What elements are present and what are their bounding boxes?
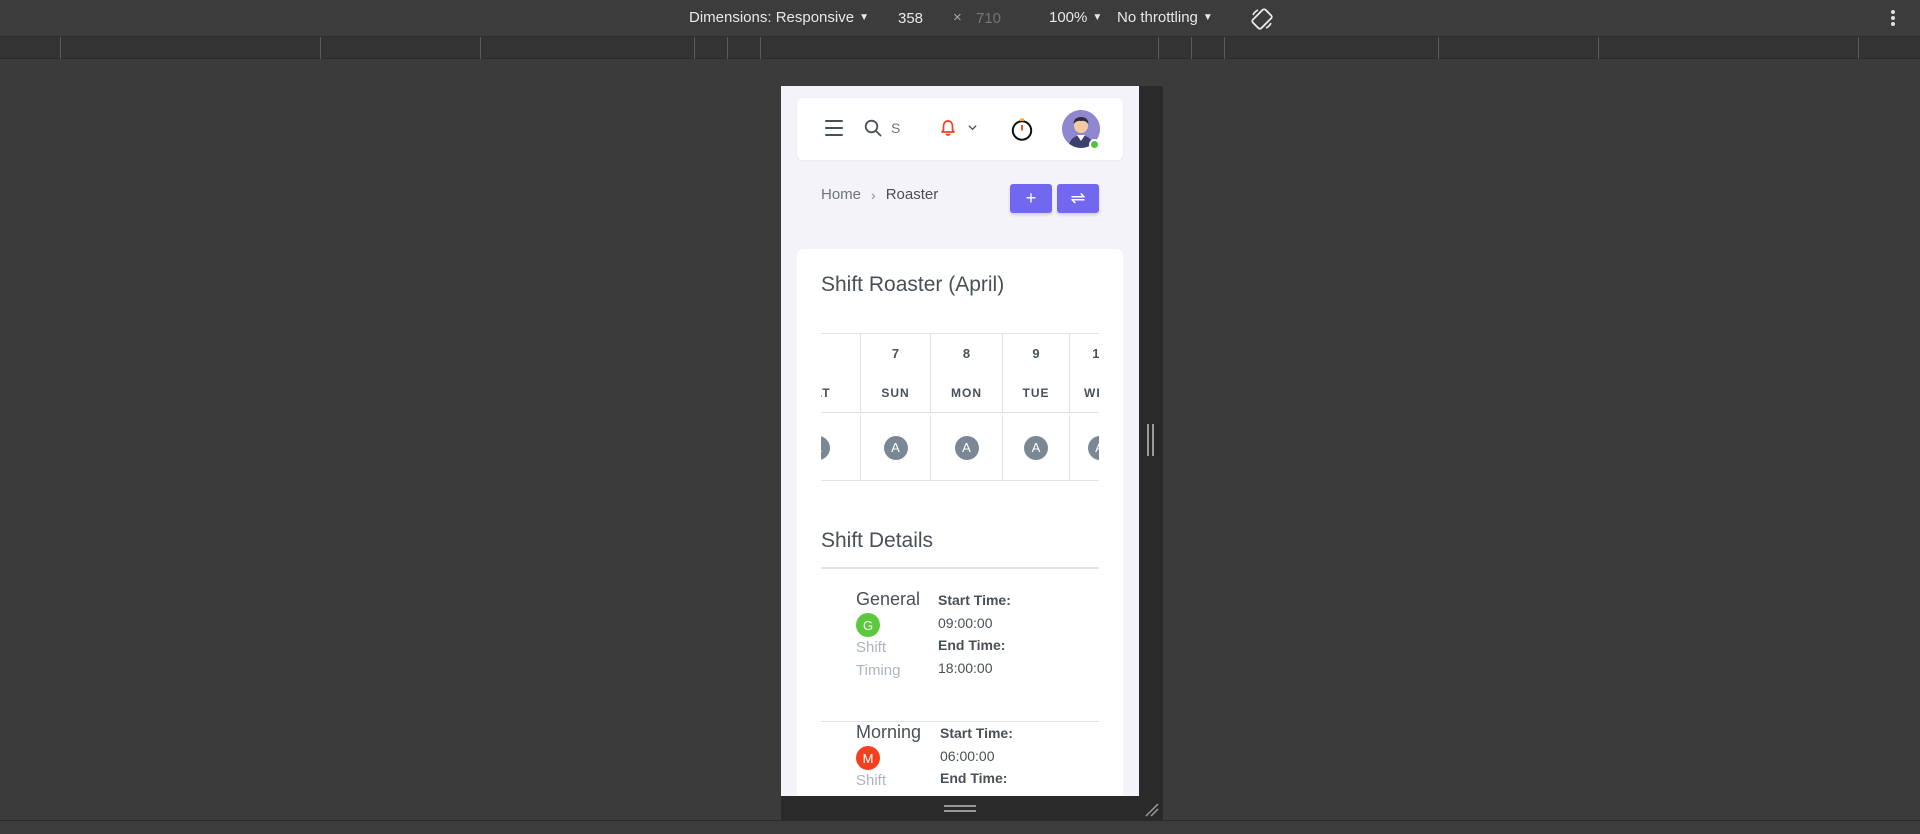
device-viewport: Home › Roaster + ⇌ Shift Roaster (April)… xyxy=(781,86,1139,796)
chevron-down-icon[interactable] xyxy=(968,123,977,132)
date-row: 6 7 8 9 10 xyxy=(821,333,1099,373)
roster-card: Shift Roaster (April) 6 7 8 9 10 SAT SUN… xyxy=(797,249,1123,796)
stopwatch-icon[interactable] xyxy=(1010,117,1034,141)
search-icon[interactable] xyxy=(864,119,882,137)
caret-down-icon: ▼ xyxy=(1202,12,1213,23)
shift-cell[interactable]: A xyxy=(931,415,1003,480)
swap-icon: ⇌ xyxy=(1070,188,1086,208)
weekday-cell: MON xyxy=(931,373,1003,412)
shift-item-morning: Morning M Shift Timing Start Time: 06:00… xyxy=(821,722,1099,796)
more-options-icon[interactable] xyxy=(1889,8,1897,28)
resize-corner-icon[interactable] xyxy=(1143,801,1159,817)
plus-icon: + xyxy=(1025,188,1037,208)
breadcrumb: Home › Roaster xyxy=(821,186,938,203)
shift-letter-badge: G xyxy=(856,613,880,637)
date-cell: 10 xyxy=(1070,334,1099,373)
weekday-cell: SAT xyxy=(821,373,861,412)
shift-letter-badge: M xyxy=(856,746,880,770)
shift-cell[interactable]: A xyxy=(1070,415,1099,480)
width-input[interactable] xyxy=(894,6,948,30)
shift-cell[interactable]: A xyxy=(1003,415,1070,480)
devtools-drawer-tabs xyxy=(0,820,1920,834)
weekday-row: SAT SUN MON TUE WED xyxy=(821,373,1099,413)
resize-handle-right[interactable] xyxy=(1139,86,1163,796)
dimensions-label: Dimensions: Responsive xyxy=(689,9,855,26)
shift-badge: A xyxy=(821,435,830,460)
date-cell: 8 xyxy=(931,334,1003,373)
shift-details-title: Shift Details xyxy=(821,529,934,552)
add-button[interactable]: + xyxy=(1010,184,1052,213)
swap-button[interactable]: ⇌ xyxy=(1057,184,1099,213)
end-time-value: 18:00:00 xyxy=(938,660,993,676)
weekday-cell: WED xyxy=(1070,373,1099,412)
shift-badge-row: A A A A A xyxy=(821,415,1099,481)
start-time-value: 06:00:00 xyxy=(940,748,995,764)
shift-item-general: General G Shift Timing Start Time: 09:00… xyxy=(821,589,1099,722)
breadcrumb-current: Roaster xyxy=(885,186,939,203)
end-time-label: End Time: xyxy=(938,637,1006,653)
throttling-dropdown[interactable]: No throttling ▼ xyxy=(1117,9,1213,26)
shift-cell[interactable]: A xyxy=(861,415,931,480)
shift-badge: A xyxy=(1024,435,1048,460)
rotate-icon[interactable] xyxy=(1250,7,1274,31)
app-topbar xyxy=(797,98,1123,160)
shift-name: Morning xyxy=(856,722,922,742)
weekday-cell: TUE xyxy=(1003,373,1070,412)
shift-name: General xyxy=(856,589,921,609)
breadcrumb-separator: › xyxy=(871,186,876,203)
dimensions-dropdown[interactable]: Dimensions: Responsive ▼ xyxy=(689,9,869,26)
devtools-device-toolbar: Dimensions: Responsive ▼ × 100% ▼ No thr… xyxy=(0,0,1920,37)
date-cell: 6 xyxy=(821,334,861,373)
start-time-label: Start Time: xyxy=(938,592,1011,608)
date-cell: 9 xyxy=(1003,334,1070,373)
shift-badge: A xyxy=(1087,435,1099,460)
start-time-label: Start Time: xyxy=(940,725,1013,741)
search-input[interactable] xyxy=(891,116,901,140)
bell-icon[interactable] xyxy=(939,119,957,137)
caret-down-icon: ▼ xyxy=(859,12,869,23)
roster-title: Shift Roaster (April) xyxy=(821,273,1005,296)
caret-down-icon: ▼ xyxy=(1092,12,1103,23)
media-query-bar xyxy=(0,37,1920,59)
times-separator: × xyxy=(953,9,962,26)
resize-handle-bottom[interactable] xyxy=(781,796,1163,820)
height-input[interactable] xyxy=(972,6,1026,30)
shift-badge: A xyxy=(954,435,979,460)
weekday-cell: SUN xyxy=(861,373,931,412)
roster-calendar[interactable]: 6 7 8 9 10 SAT SUN MON TUE WED A A A A A xyxy=(821,333,1099,483)
section-divider xyxy=(821,567,1099,569)
shift-subtitle: Shift Timing xyxy=(856,772,900,796)
zoom-dropdown[interactable]: 100% ▼ xyxy=(1049,9,1102,26)
shift-badge: A xyxy=(883,435,908,460)
start-time-value: 09:00:00 xyxy=(938,615,993,631)
throttling-label: No throttling xyxy=(1117,9,1198,26)
online-status-dot xyxy=(1089,139,1100,150)
date-cell: 7 xyxy=(861,334,931,373)
menu-icon[interactable] xyxy=(825,120,843,136)
breadcrumb-home[interactable]: Home xyxy=(821,186,861,203)
end-time-label: End Time: xyxy=(940,770,1008,786)
shift-cell[interactable]: A xyxy=(821,415,861,480)
shift-subtitle: Shift Timing xyxy=(856,639,901,679)
zoom-label: 100% xyxy=(1049,9,1088,26)
